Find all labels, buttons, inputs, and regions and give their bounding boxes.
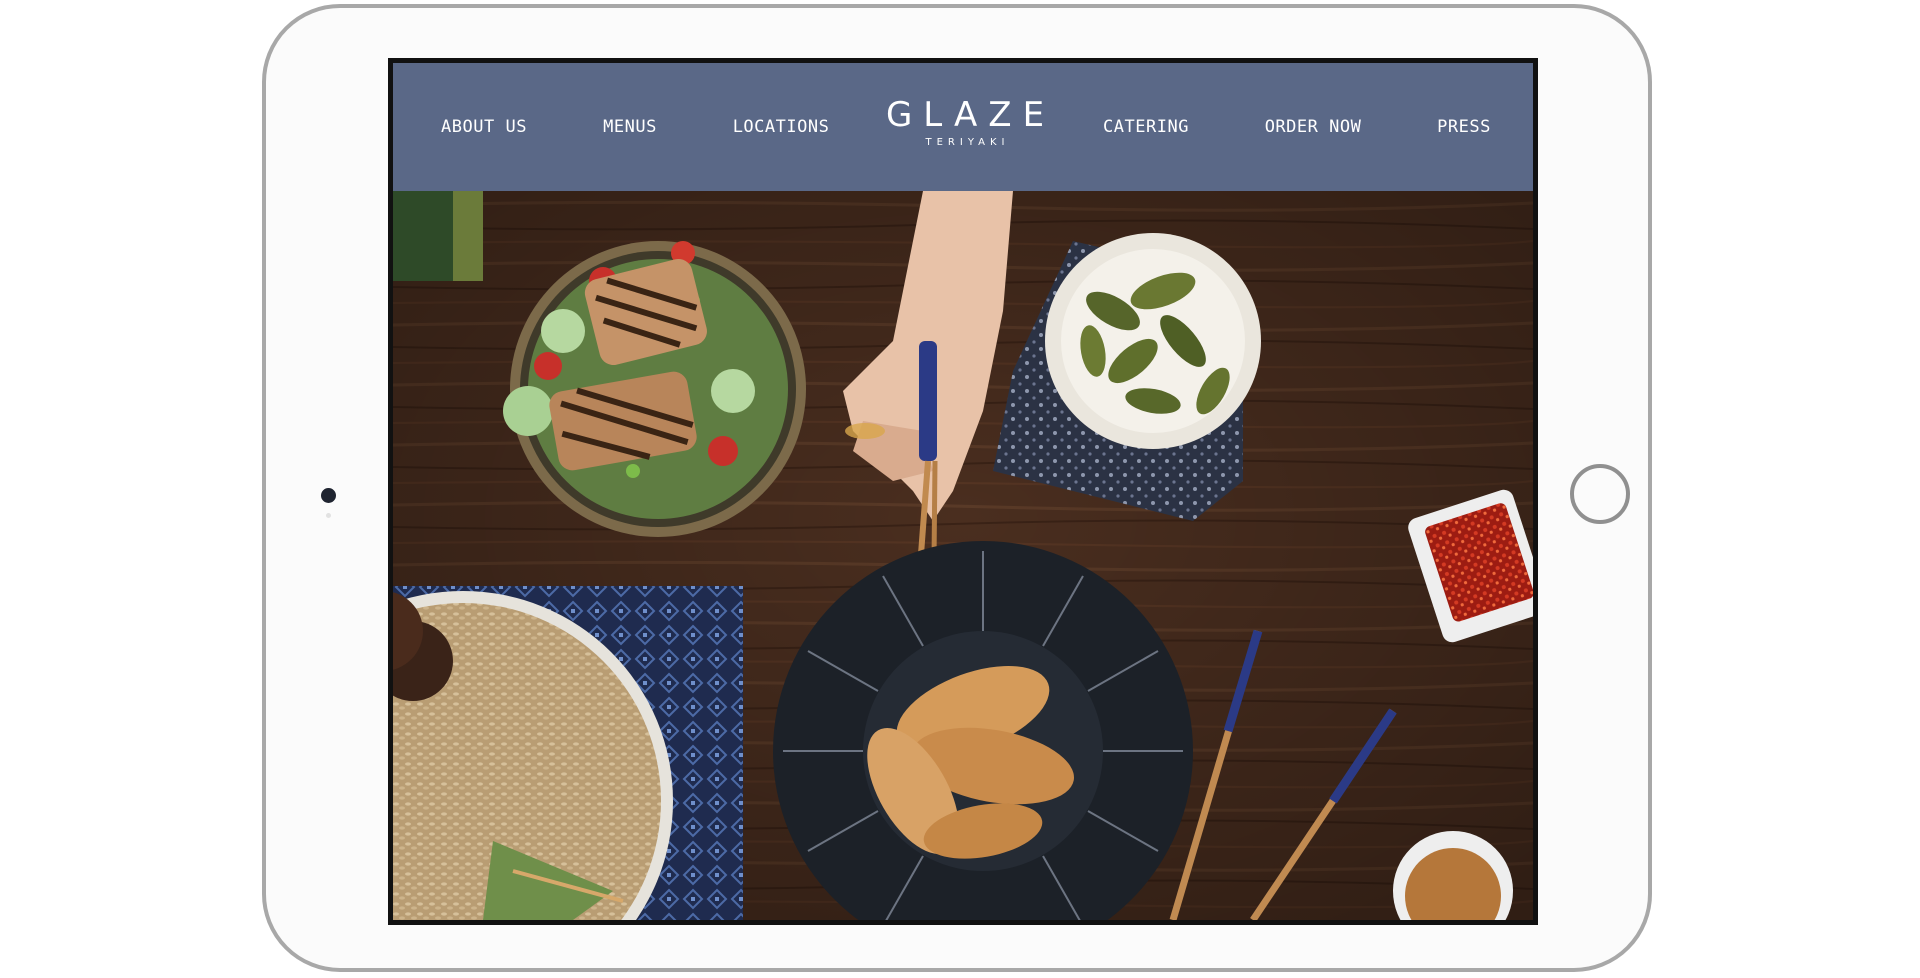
nav-catering[interactable]: CATERING	[1103, 117, 1189, 137]
brand-name: GLAZE	[885, 95, 1056, 135]
brand-subtitle: TERIYAKI	[925, 137, 1010, 148]
home-button-icon[interactable]	[1570, 464, 1630, 524]
tablet-screen: ABOUT US MENUS LOCATIONS GLAZE TERIYAKI …	[388, 58, 1538, 925]
nav-order-now[interactable]: ORDER NOW	[1265, 117, 1362, 137]
hero-food-image	[393, 191, 1533, 920]
nav-about-us[interactable]: ABOUT US	[441, 117, 527, 137]
camera-icon	[321, 488, 336, 503]
light-sensor	[326, 513, 331, 518]
site-navbar: ABOUT US MENUS LOCATIONS GLAZE TERIYAKI …	[393, 63, 1533, 191]
green-bottle	[393, 191, 483, 281]
nav-press[interactable]: PRESS	[1437, 117, 1491, 137]
nav-locations[interactable]: LOCATIONS	[733, 117, 830, 137]
nav-menus[interactable]: MENUS	[603, 117, 657, 137]
brand-logo[interactable]: GLAZE TERIYAKI	[875, 97, 1055, 148]
